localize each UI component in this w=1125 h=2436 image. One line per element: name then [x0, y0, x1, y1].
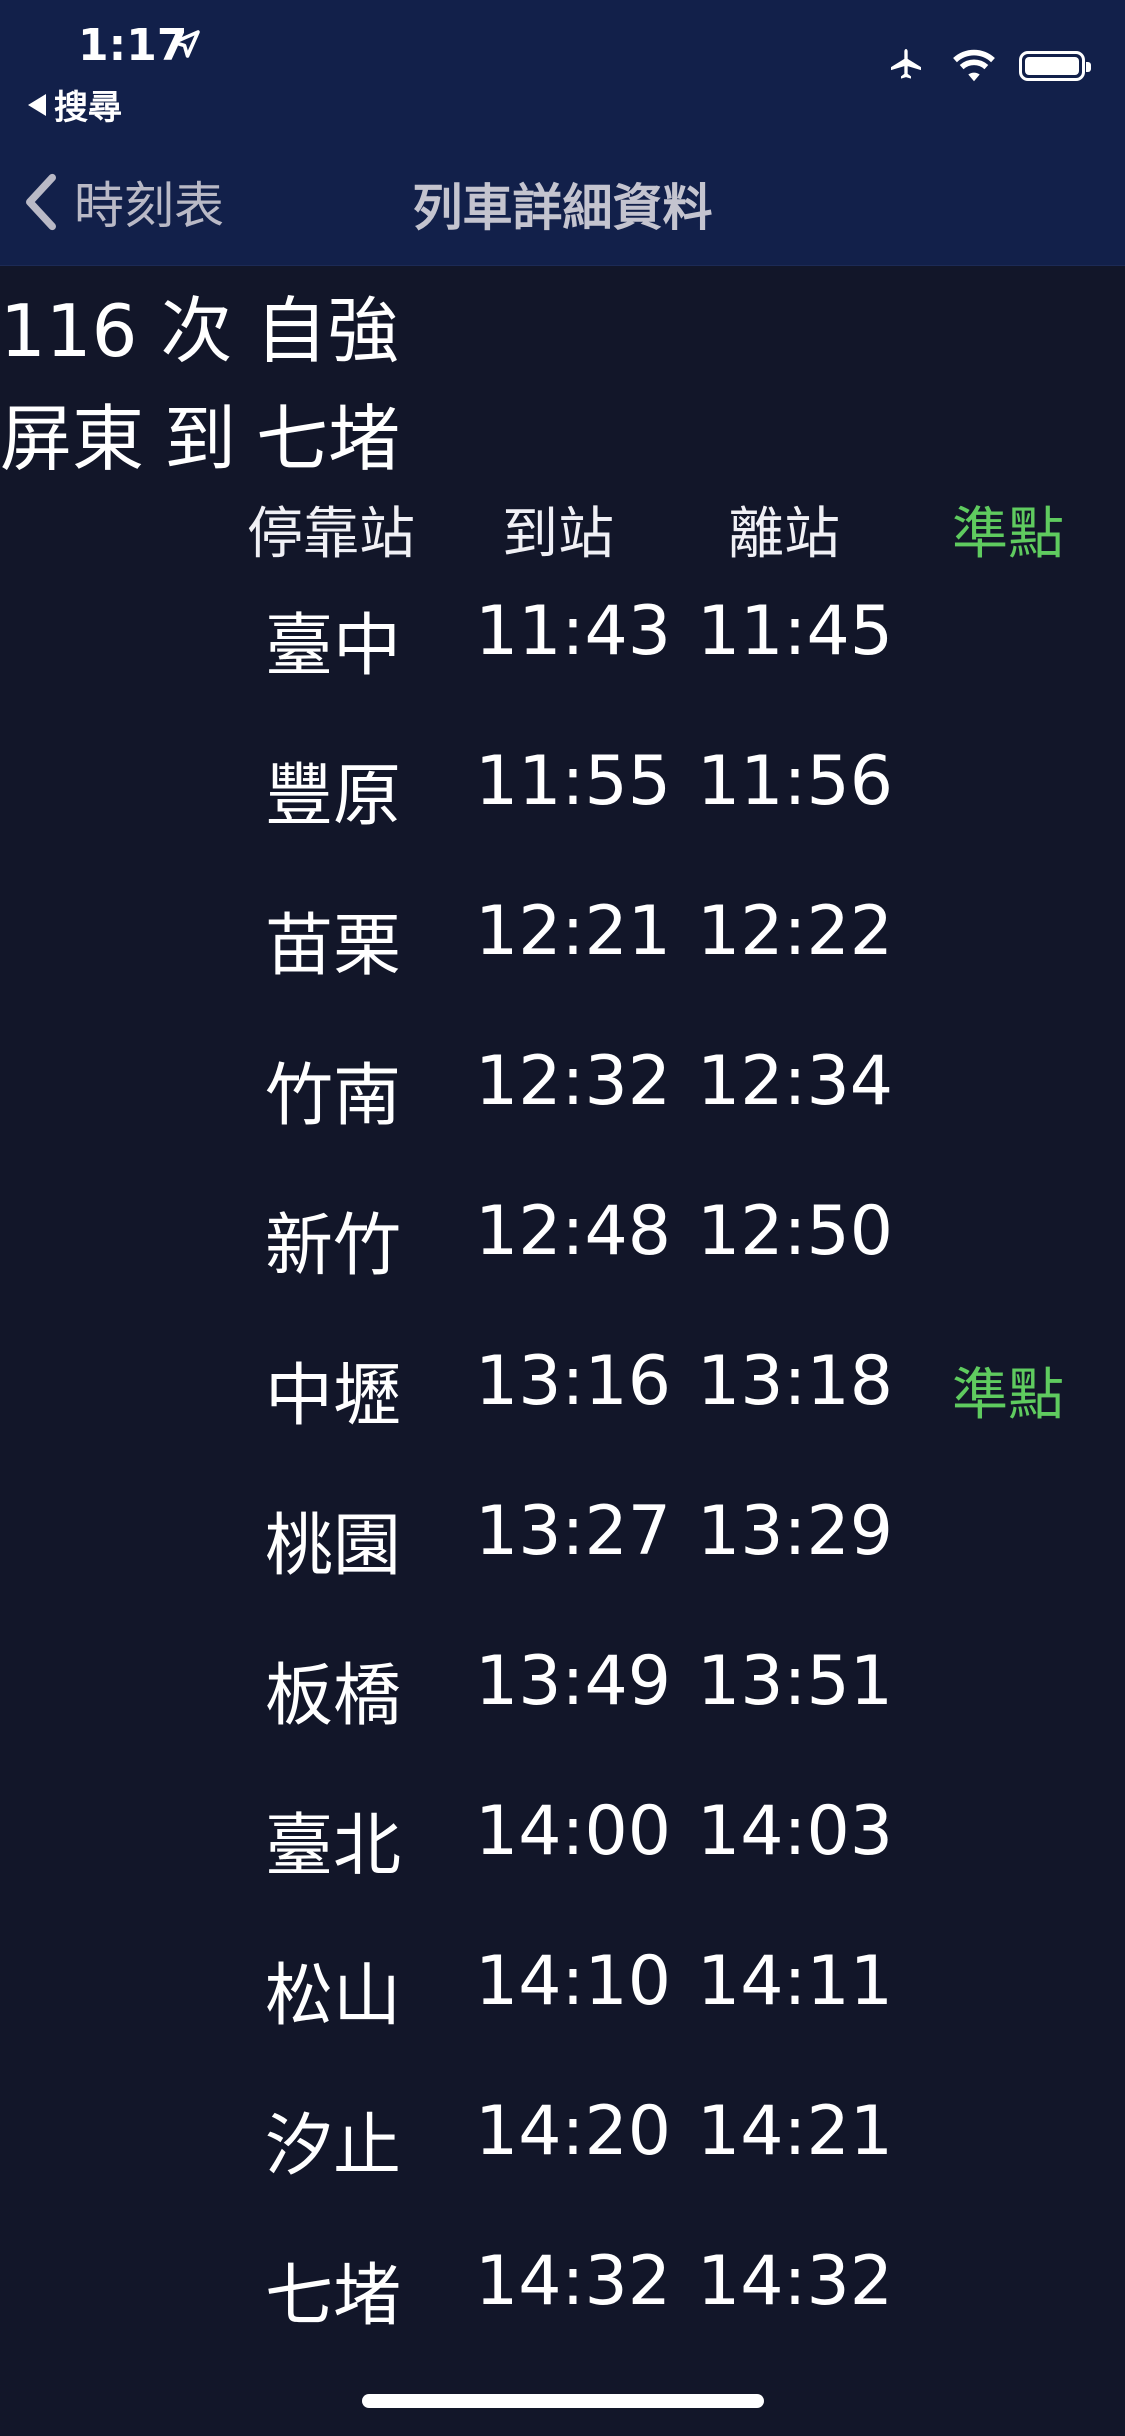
- route-from: 屏東: [0, 397, 145, 481]
- station-name: 臺中: [265, 607, 402, 686]
- departure-time: 14:03: [697, 1792, 893, 1871]
- station-name: 臺北: [265, 1807, 402, 1886]
- header-arrival: 到站: [502, 502, 614, 567]
- departure-time: 12:22: [697, 892, 893, 971]
- header-status: 準點: [952, 502, 1064, 567]
- table-row: 桃園 13:27 13:29: [0, 1470, 1125, 1620]
- station-name: 桃園: [265, 1507, 402, 1586]
- station-name: 板橋: [265, 1657, 402, 1736]
- arrival-time: 13:49: [475, 1642, 671, 1721]
- table-row: 七堵 14:32 14:32: [0, 2220, 1125, 2370]
- home-indicator[interactable]: [362, 2394, 764, 2408]
- station-name: 竹南: [265, 1057, 402, 1136]
- timetable[interactable]: 臺中 11:43 11:45 豐原 11:55 11:56 苗栗 12:21 12:22 竹南 12…: [0, 485, 1125, 2385]
- back-to-app-button[interactable]: 搜尋: [28, 80, 122, 129]
- arrival-time: 12:21: [475, 892, 671, 971]
- table-row: 臺中 11:43 11:45: [0, 570, 1125, 720]
- arrival-time: 13:16: [475, 1342, 671, 1421]
- station-name: 松山: [265, 1957, 402, 2036]
- departure-time: 12:34: [697, 1042, 893, 1121]
- departure-time: 12:50: [697, 1192, 893, 1271]
- route-to-word: 到: [164, 397, 237, 481]
- airplane-icon: [891, 49, 921, 79]
- station-name: 中壢: [265, 1357, 402, 1436]
- departure-time: 13:18: [697, 1342, 893, 1421]
- arrival-time: 11:55: [475, 742, 671, 821]
- page-title: 列車詳細資料: [412, 179, 713, 237]
- table-row: 臺北 14:00 14:03: [0, 1770, 1125, 1920]
- station-name: 新竹: [265, 1207, 402, 1286]
- arrival-time: 14:10: [475, 1942, 671, 2021]
- arrival-time: 11:43: [475, 592, 671, 671]
- departure-time: 11:45: [697, 592, 893, 671]
- departure-time: 14:11: [697, 1942, 893, 2021]
- timetable-header: 停靠站 到站 離站 準點: [0, 485, 1125, 570]
- arrival-time: 14:20: [475, 2092, 671, 2171]
- route-to: 七堵: [256, 397, 401, 481]
- table-row: 豐原 11:55 11:56: [0, 720, 1125, 870]
- departure-time: 14:21: [697, 2092, 893, 2171]
- wifi-icon: [953, 49, 995, 82]
- departure-time: 13:29: [697, 1492, 893, 1571]
- back-app-label: 搜尋: [54, 88, 122, 128]
- arrival-time: 14:32: [475, 2242, 671, 2321]
- table-row: 松山 14:10 14:11: [0, 1920, 1125, 2070]
- departure-time: 13:51: [697, 1642, 893, 1721]
- station-name: 苗栗: [265, 907, 402, 986]
- station-name: 汐止: [265, 2107, 402, 2186]
- header-station: 停靠站: [247, 502, 415, 567]
- header-departure: 離站: [728, 502, 840, 567]
- table-row: 中壢 13:16 13:18 準點: [0, 1320, 1125, 1470]
- route: 屏東到七堵: [0, 380, 420, 485]
- battery-icon: [1019, 51, 1091, 81]
- top-bar: 1:17 搜尋 時刻表 列車詳細資料: [0, 0, 1125, 266]
- on-time-status: 準點: [952, 1363, 1064, 1428]
- arrival-time: 12:48: [475, 1192, 671, 1271]
- station-name: 豐原: [265, 757, 402, 836]
- arrival-time: 13:27: [475, 1492, 671, 1571]
- station-name: 七堵: [265, 2257, 402, 2336]
- back-triangle-icon: [28, 93, 46, 116]
- status-icons: [883, 46, 1091, 86]
- table-row: 苗栗 12:21 12:22: [0, 870, 1125, 1020]
- location-arrow-icon: [172, 30, 200, 58]
- table-row: 板橋 13:49 13:51: [0, 1620, 1125, 1770]
- table-row: 汐止 14:20 14:21: [0, 2070, 1125, 2220]
- departure-time: 11:56: [697, 742, 893, 821]
- arrival-time: 12:32: [475, 1042, 671, 1121]
- table-row: 新竹 12:48 12:50: [0, 1170, 1125, 1320]
- table-row: 竹南 12:32 12:34: [0, 1020, 1125, 1170]
- train-title: 116 次 自強: [0, 289, 400, 373]
- departure-time: 14:32: [697, 2242, 893, 2321]
- arrival-time: 14:00: [475, 1792, 671, 1871]
- navigation-bar: 時刻表 列車詳細資料: [0, 160, 1125, 240]
